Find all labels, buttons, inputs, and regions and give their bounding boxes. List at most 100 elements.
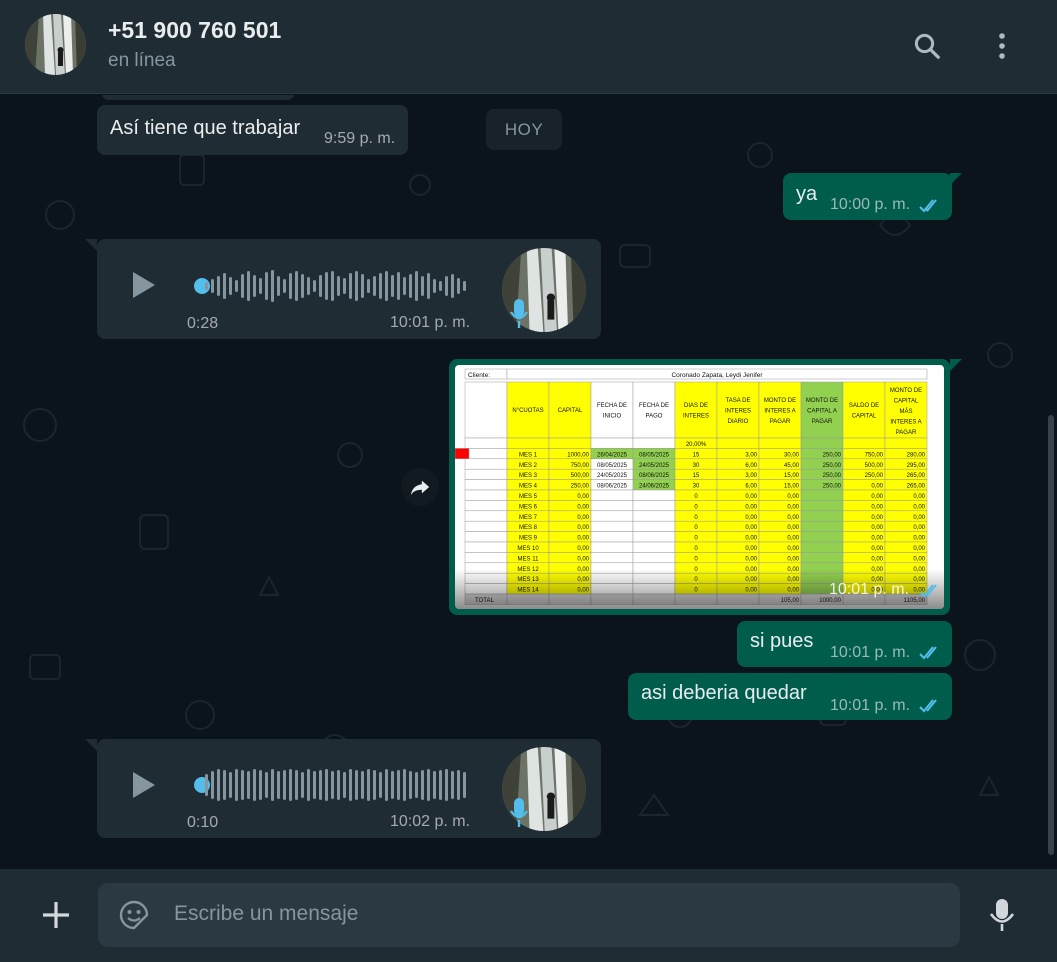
chat-header: +51 900 760 501 en línea xyxy=(0,0,1057,94)
waveform-bar xyxy=(433,279,436,293)
sheet-cell-text: 0,00 xyxy=(745,504,757,510)
play-icon[interactable] xyxy=(127,769,159,801)
message-input[interactable]: Escribe un mensaje xyxy=(98,883,960,947)
mic-badge-icon xyxy=(510,299,528,328)
incoming-message-bubble[interactable]: Así tiene que trabajar 9:59 p. m. xyxy=(97,105,408,155)
contact-status: en línea xyxy=(108,50,176,71)
waveform-bar xyxy=(355,770,358,800)
audio-waveform[interactable] xyxy=(205,268,466,304)
play-icon[interactable] xyxy=(127,269,159,301)
read-ticks-icon xyxy=(919,646,937,660)
sheet-cell-text: 0,00 xyxy=(871,504,883,510)
sheet-cell-text: 24/05/2025 xyxy=(639,463,670,469)
sheet-cell xyxy=(800,520,844,532)
sheet-header-text: PAGO xyxy=(646,414,663,420)
attach-plus-icon[interactable] xyxy=(38,897,74,933)
sheet-cell xyxy=(632,531,676,543)
spreadsheet-image[interactable]: Cliente: Coronado Zapata, Leydi Jenifer N°… xyxy=(455,365,944,609)
sheet-cell-text: MES 4 xyxy=(519,484,538,490)
waveform-bar xyxy=(409,771,412,799)
sheet-cell-text: 750,00 xyxy=(865,452,884,458)
sheet-cell-text: 0,00 xyxy=(745,546,757,552)
sheet-cell-text: 250,00 xyxy=(823,484,842,490)
outgoing-message-bubble[interactable]: si pues 10:01 p. m. xyxy=(737,621,952,667)
waveform-bar xyxy=(415,772,418,798)
contact-avatar[interactable] xyxy=(25,14,86,75)
sheet-cell xyxy=(758,437,802,449)
sheet-cell-text: MES 9 xyxy=(519,536,538,542)
message-text: asi deberia quedar xyxy=(641,682,807,704)
sheet-cell-text: MES 2 xyxy=(519,463,538,469)
image-message-bubble[interactable]: Cliente: Coronado Zapata, Leydi Jenifer N°… xyxy=(449,359,950,615)
sheet-cell-text: 45,00 xyxy=(784,463,800,469)
contact-name[interactable]: +51 900 760 501 xyxy=(108,17,281,44)
voice-message-bubble[interactable]: 0:10 10:02 p. m. xyxy=(97,739,601,838)
sheet-marker-cell xyxy=(455,448,470,460)
sheet-cell xyxy=(632,437,676,449)
sheet-cell xyxy=(800,437,844,449)
sheet-cell-text: 0,00 xyxy=(745,556,757,562)
sheet-cell-text: 265,00 xyxy=(907,484,926,490)
sheet-blank-cell xyxy=(464,479,508,491)
waveform-bar xyxy=(223,770,226,800)
sheet-cell-text: 0,00 xyxy=(913,494,925,500)
sheet-cell-text: 0,00 xyxy=(787,504,799,510)
message-time: 9:59 p. m. xyxy=(324,130,396,147)
sheet-cell-text: 0,00 xyxy=(577,494,589,500)
waveform-bar xyxy=(295,271,298,301)
sheet-cell-text: 15,00 xyxy=(784,473,800,479)
search-icon[interactable] xyxy=(909,28,945,64)
sheet-header-text: MONTO DE xyxy=(764,398,796,404)
sheet-cell xyxy=(800,510,844,522)
message-time: 10:01 p. m. xyxy=(830,697,911,714)
forward-icon[interactable] xyxy=(401,468,439,506)
sheet-cell-text: 3,00 xyxy=(745,452,757,458)
message-text: Así tiene que trabajar xyxy=(110,117,301,139)
sheet-cell-text: 0,00 xyxy=(871,546,883,552)
more-vertical-icon[interactable] xyxy=(984,28,1020,64)
audio-waveform[interactable] xyxy=(205,767,466,803)
sheet-header-text: INTERES A xyxy=(764,409,795,415)
chat-scrollbar[interactable] xyxy=(1048,415,1054,855)
waveform-bar xyxy=(253,769,256,801)
sheet-header-text: INTERES xyxy=(725,409,751,415)
waveform-bar xyxy=(361,274,364,298)
sheet-cell-text: 0,00 xyxy=(871,484,883,490)
sheet-cell xyxy=(590,531,634,543)
waveform-bar xyxy=(313,280,316,292)
sheet-cell-text: 15,00 xyxy=(784,484,800,490)
sheet-header-text: DIARIO xyxy=(728,419,749,425)
sheet-cell-text: 265,00 xyxy=(907,473,926,479)
voice-message-bubble[interactable]: 0:28 10:01 p. m. xyxy=(97,239,601,339)
waveform-bar xyxy=(397,272,400,300)
microphone-icon[interactable] xyxy=(986,897,1018,933)
waveform-bar xyxy=(241,770,244,800)
previous-message-bubble[interactable] xyxy=(101,95,295,100)
sheet-cell-text: MES 7 xyxy=(519,515,538,521)
waveform-bar xyxy=(451,771,454,799)
sheet-cell xyxy=(632,489,676,501)
waveform-bar xyxy=(217,769,220,801)
waveform-bar xyxy=(445,276,448,296)
sheet-cell xyxy=(590,510,634,522)
sheet-cell-text: 0,00 xyxy=(871,525,883,531)
waveform-bar xyxy=(343,278,346,294)
sheet-cell-text: 6,00 xyxy=(745,484,757,490)
waveform-bar xyxy=(361,771,364,799)
waveform-bar xyxy=(217,276,220,296)
mic-badge-icon xyxy=(510,798,528,827)
sheet-cell-text: MES 10 xyxy=(517,546,539,552)
audio-duration: 0:10 xyxy=(187,814,219,831)
sticker-icon[interactable] xyxy=(118,899,150,931)
outgoing-message-bubble[interactable]: ya 10:00 p. m. xyxy=(783,173,952,220)
sheet-cell-text: 30,00 xyxy=(784,452,800,458)
message-list[interactable]: Así tiene que trabajar 9:59 p. m. HOY ya… xyxy=(0,95,1057,869)
waveform-bar xyxy=(301,274,304,298)
waveform-bar xyxy=(439,281,442,291)
sheet-cell-text: 250,00 xyxy=(823,473,842,479)
sheet-blank-cell xyxy=(464,520,508,532)
waveform-bar xyxy=(421,770,424,800)
sheet-cell xyxy=(590,520,634,532)
sheet-cell-text: 08/05/2025 xyxy=(639,452,670,458)
outgoing-message-bubble[interactable]: asi deberia quedar 10:01 p. m. xyxy=(628,673,952,720)
